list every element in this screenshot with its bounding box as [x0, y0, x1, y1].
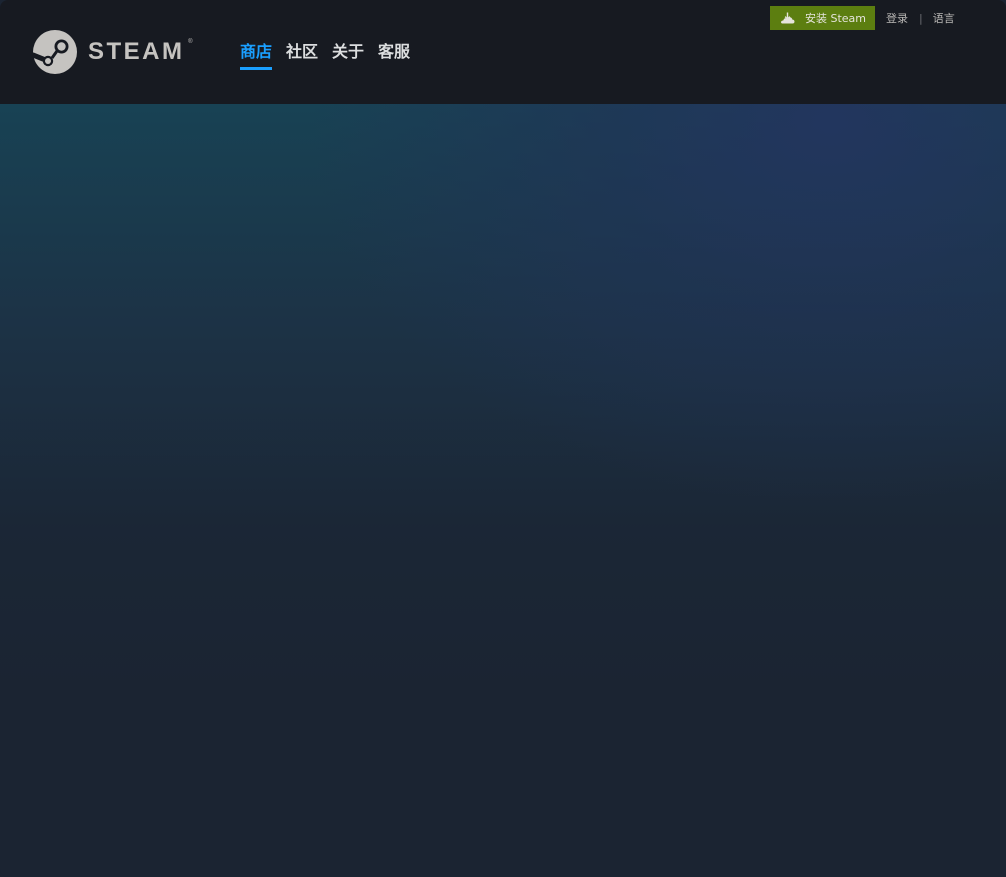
registered-mark: ®	[188, 39, 193, 45]
main-nav: 商店 社区 关于 客服	[240, 40, 410, 70]
steam-window: STEAM ® 商店 社区 关于 客服 安装 Steam 登录 | 语言	[0, 0, 1006, 877]
steam-logo-icon	[32, 30, 77, 74]
login-link[interactable]: 登录	[886, 10, 908, 26]
nav-about[interactable]: 关于	[332, 40, 364, 70]
logo-wordmark: STEAM ®	[88, 29, 193, 75]
page-hero-background	[0, 104, 1006, 877]
steam-logo[interactable]: STEAM ®	[32, 29, 193, 75]
global-header: STEAM ® 商店 社区 关于 客服 安装 Steam 登录 | 语言	[0, 0, 1006, 104]
install-steam-label: 安装 Steam	[805, 12, 867, 25]
nav-store[interactable]: 商店	[240, 40, 273, 70]
language-dropdown[interactable]: 语言	[933, 10, 955, 26]
install-steam-button[interactable]: 安装 Steam	[770, 6, 876, 30]
action-separator: |	[919, 11, 923, 25]
nav-community[interactable]: 社区	[286, 40, 318, 70]
nav-support[interactable]: 客服	[378, 40, 410, 70]
download-cloud-icon	[781, 12, 795, 23]
global-actions: 安装 Steam 登录 | 语言	[770, 6, 955, 30]
